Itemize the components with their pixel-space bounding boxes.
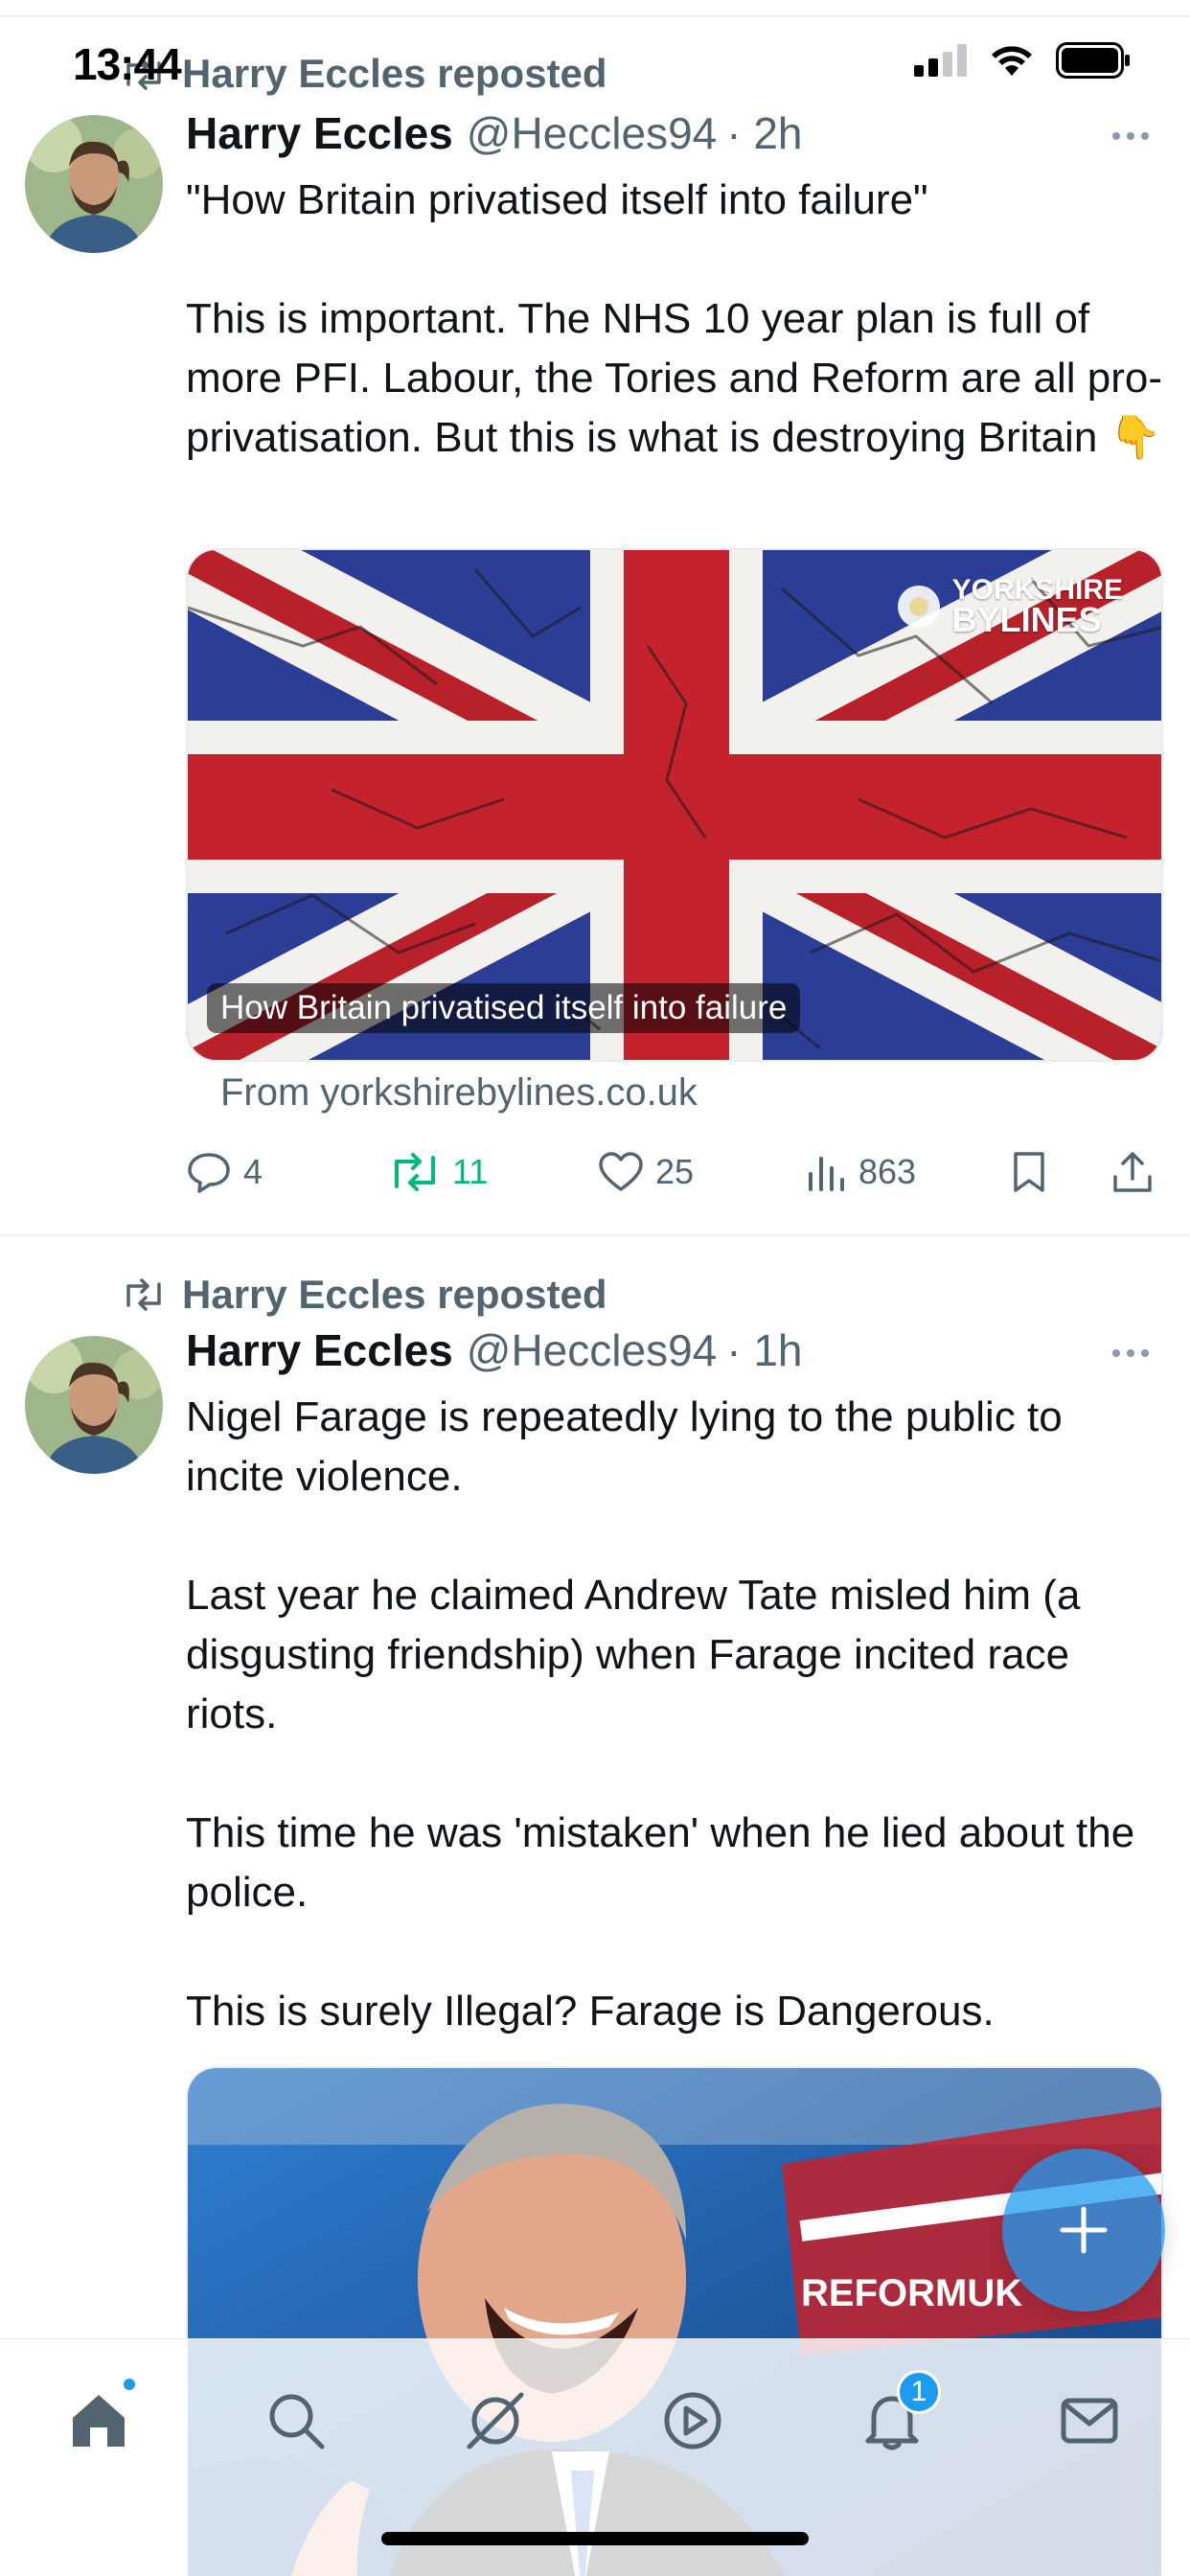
reply-button[interactable]: 4 xyxy=(186,1138,263,1206)
tweet-paragraph xyxy=(186,230,1163,289)
home-icon xyxy=(73,2395,125,2447)
like-button[interactable]: 25 xyxy=(598,1138,694,1206)
heart-icon xyxy=(599,1152,643,1191)
reply-icon xyxy=(188,1153,230,1193)
tab-search[interactable] xyxy=(253,2378,339,2464)
more-options-icon[interactable] xyxy=(1102,117,1159,155)
tab-grok[interactable] xyxy=(452,2378,538,2464)
link-source[interactable]: From yorkshirebylines.co.uk xyxy=(220,1071,698,1115)
tweet-paragraph: This is surely Illegal? Farage is Danger… xyxy=(186,1988,995,2035)
tweet-header: Harry Eccles @Heccles94 · 1h xyxy=(186,1324,803,1382)
reply-count: 4 xyxy=(243,1152,263,1191)
like-count: 25 xyxy=(655,1152,695,1191)
wifi-icon xyxy=(992,46,1032,76)
tweet-text: "How Britain privatised itself into fail… xyxy=(186,171,1163,468)
link-card-caption: How Britain privatised itself into failu… xyxy=(207,983,801,1033)
tweet-text: Nigel Farage is repeatedly lying to the … xyxy=(186,1388,1163,2041)
repost-button[interactable]: 11 xyxy=(389,1138,488,1206)
messages-icon xyxy=(1061,2398,1118,2444)
bookmark-icon xyxy=(1014,1152,1044,1192)
rose-icon xyxy=(897,586,940,628)
share-icon xyxy=(1113,1152,1152,1192)
tweet-paragraph xyxy=(186,1744,1163,1804)
banner-text: REFORMUK xyxy=(801,2272,1022,2314)
tweet-paragraph: This is important. The NHS 10 year plan … xyxy=(186,295,1163,461)
author-handle[interactable]: @Heccles94 xyxy=(467,107,717,159)
tweet-actions: 4 11 25 863 xyxy=(186,1138,1163,1206)
battery-icon xyxy=(1056,42,1130,79)
home-indicator xyxy=(381,2532,809,2545)
plus-icon xyxy=(1060,2206,1108,2254)
repost-icon xyxy=(126,1278,161,1311)
compose-button[interactable] xyxy=(1002,2149,1165,2312)
repost-label: Harry Eccles reposted xyxy=(182,1272,607,1317)
tweet-paragraph xyxy=(186,1506,1163,1566)
cellular-signal-icon xyxy=(914,44,967,77)
tab-messages[interactable] xyxy=(1046,2378,1133,2464)
author-name[interactable]: Harry Eccles xyxy=(186,1324,453,1376)
video-icon xyxy=(664,2392,721,2450)
tab-notifications[interactable]: 1 xyxy=(849,2370,941,2464)
avatar[interactable] xyxy=(25,1336,163,1474)
views-count: 863 xyxy=(858,1152,917,1191)
more-options-icon[interactable] xyxy=(1102,1334,1159,1372)
tweet-header: Harry Eccles @Heccles94 · 2h xyxy=(186,107,803,165)
search-icon xyxy=(269,2394,325,2450)
tweet-time: · 2h xyxy=(726,108,803,158)
author-name[interactable]: Harry Eccles xyxy=(186,107,453,159)
tab-home[interactable] xyxy=(56,2376,142,2464)
repost-icon xyxy=(395,1153,435,1191)
author-handle[interactable]: @Heccles94 xyxy=(467,1324,717,1376)
tweet-paragraph xyxy=(186,1922,1163,1982)
share-button[interactable] xyxy=(1111,1138,1154,1206)
tweet-time: · 1h xyxy=(726,1325,803,1375)
views-button[interactable]: 863 xyxy=(807,1138,916,1206)
tweet-1[interactable]: Harry Eccles reposted Harry Eccles @Hecc… xyxy=(0,0,1190,1236)
status-time: 13:44 xyxy=(73,39,182,89)
tweet-paragraph: "How Britain privatised itself into fail… xyxy=(186,176,928,223)
repost-line: Harry Eccles reposted xyxy=(123,1271,607,1319)
grok-icon xyxy=(467,2392,524,2450)
status-icons xyxy=(914,42,1131,79)
bookmark-button[interactable] xyxy=(1010,1138,1048,1206)
notifications-badge: 1 xyxy=(897,2370,941,2414)
tweet-paragraph: This time he was 'mistaken' when he lied… xyxy=(186,1809,1135,1916)
brand-line-2: BYLINES xyxy=(951,600,1102,639)
tweet-paragraph: Nigel Farage is repeatedly lying to the … xyxy=(186,1393,1063,1500)
status-bar: 13:44 xyxy=(0,0,1190,115)
avatar[interactable] xyxy=(25,115,163,253)
link-card-image[interactable]: YORKSHIRE BYLINES How Britain privatised… xyxy=(186,548,1163,1062)
repost-count: 11 xyxy=(452,1152,489,1191)
tab-video[interactable] xyxy=(650,2378,736,2464)
yorkshire-bylines-logo: YORKSHIRE BYLINES xyxy=(895,576,1123,639)
tweet-paragraph: Last year he claimed Andrew Tate misled … xyxy=(186,1572,1081,1737)
views-icon xyxy=(809,1157,844,1191)
home-unread-dot xyxy=(121,2376,138,2393)
